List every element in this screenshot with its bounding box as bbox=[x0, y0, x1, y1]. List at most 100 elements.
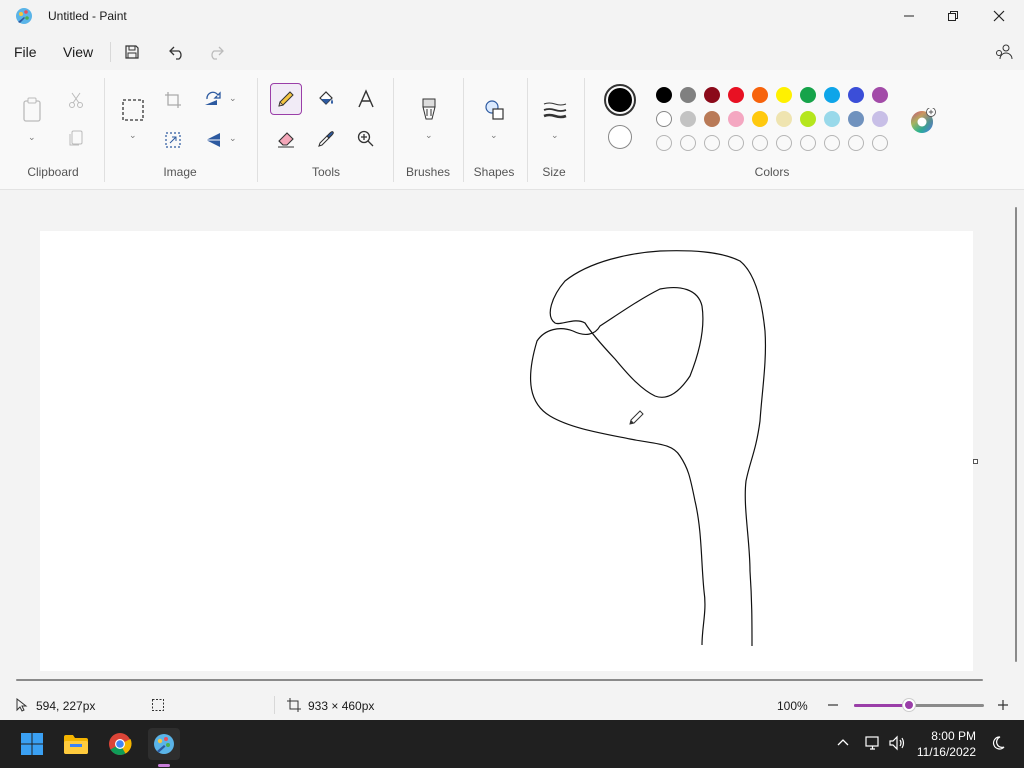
primary-color-button[interactable] bbox=[604, 84, 636, 116]
color-swatch[interactable] bbox=[776, 135, 792, 151]
zoom-level-text[interactable]: 100% bbox=[777, 699, 808, 713]
color-swatch[interactable] bbox=[872, 135, 888, 151]
color-picker-tool-button[interactable] bbox=[310, 123, 342, 155]
chrome-button[interactable] bbox=[104, 728, 136, 760]
rotate-chevron-icon[interactable]: ⌄ bbox=[229, 93, 237, 104]
save-button[interactable] bbox=[118, 40, 146, 64]
secondary-color-button[interactable] bbox=[608, 125, 632, 149]
size-chevron-icon[interactable]: ⌄ bbox=[551, 130, 559, 141]
zoom-in-button[interactable] bbox=[996, 698, 1010, 712]
taskbar: 8:00 PM 11/16/2022 bbox=[0, 720, 1024, 768]
brushes-chevron-icon[interactable]: ⌄ bbox=[425, 130, 433, 141]
group-label-size: Size bbox=[542, 165, 566, 179]
vertical-scrollbar[interactable] bbox=[1015, 207, 1017, 662]
cursor-position-icon bbox=[16, 698, 28, 712]
file-explorer-button[interactable] bbox=[60, 728, 92, 760]
pencil-icon bbox=[278, 91, 294, 107]
undo-button[interactable] bbox=[163, 40, 191, 64]
horizontal-scrollbar[interactable] bbox=[16, 679, 983, 681]
drawing-canvas[interactable] bbox=[40, 231, 973, 671]
show-hidden-icons-button[interactable] bbox=[836, 736, 850, 755]
color-swatch[interactable] bbox=[848, 87, 864, 103]
color-swatch[interactable] bbox=[800, 135, 816, 151]
magnifier-tool-button[interactable] bbox=[350, 123, 382, 155]
redo-icon bbox=[211, 46, 224, 60]
color-swatch[interactable] bbox=[728, 135, 744, 151]
color-swatch[interactable] bbox=[800, 111, 816, 127]
color-swatch[interactable] bbox=[680, 87, 696, 103]
color-swatch[interactable] bbox=[824, 135, 840, 151]
zoom-in-icon bbox=[357, 130, 374, 147]
select-chevron-icon[interactable]: ⌄ bbox=[129, 130, 137, 141]
minimize-button[interactable] bbox=[886, 0, 932, 32]
canvas-size-icon bbox=[287, 698, 301, 712]
pencil-drawing bbox=[530, 250, 767, 647]
pencil-tool-button[interactable] bbox=[270, 83, 302, 115]
color-swatch[interactable] bbox=[848, 135, 864, 151]
redo-button[interactable] bbox=[202, 40, 230, 64]
color-swatch[interactable] bbox=[824, 87, 840, 103]
menu-file[interactable]: File bbox=[10, 42, 41, 62]
color-swatch[interactable] bbox=[752, 111, 768, 127]
restore-button[interactable] bbox=[930, 0, 976, 32]
color-swatch[interactable] bbox=[872, 111, 888, 127]
color-swatch[interactable] bbox=[848, 111, 864, 127]
color-swatch[interactable] bbox=[704, 87, 720, 103]
zoom-out-button[interactable] bbox=[826, 698, 840, 712]
zoom-slider-fill bbox=[854, 704, 909, 707]
shapes-chevron-icon[interactable]: ⌄ bbox=[490, 130, 498, 141]
text-tool-button[interactable] bbox=[350, 83, 382, 115]
paste-button[interactable] bbox=[16, 94, 48, 126]
share-button[interactable] bbox=[990, 40, 1018, 64]
rotate-button[interactable] bbox=[197, 84, 229, 116]
cursor-position-text: 594, 227px bbox=[36, 699, 96, 713]
paint-taskbar-button[interactable] bbox=[148, 728, 180, 767]
notification-center-button[interactable] bbox=[990, 735, 1006, 756]
paste-chevron-icon[interactable]: ⌄ bbox=[28, 132, 36, 143]
color-swatch[interactable] bbox=[824, 111, 840, 127]
status-divider bbox=[274, 696, 275, 714]
menu-view[interactable]: View bbox=[59, 42, 97, 62]
color-swatch[interactable] bbox=[752, 135, 768, 151]
resize-button[interactable] bbox=[157, 124, 189, 156]
color-swatch[interactable] bbox=[800, 87, 816, 103]
color-swatch[interactable] bbox=[680, 111, 696, 127]
network-icon bbox=[865, 736, 879, 750]
cut-button[interactable] bbox=[60, 84, 92, 116]
color-swatch[interactable] bbox=[752, 87, 768, 103]
canvas-resize-handle[interactable] bbox=[973, 459, 978, 464]
color-swatch[interactable] bbox=[728, 111, 744, 127]
shapes-button[interactable] bbox=[478, 94, 510, 126]
color-swatch[interactable] bbox=[728, 87, 744, 103]
taskbar-clock[interactable]: 8:00 PM 11/16/2022 bbox=[917, 728, 976, 760]
zoom-slider-thumb[interactable] bbox=[903, 699, 915, 711]
color-swatch[interactable] bbox=[776, 111, 792, 127]
eraser-tool-button[interactable] bbox=[270, 123, 302, 155]
color-swatch[interactable] bbox=[704, 135, 720, 151]
close-button[interactable] bbox=[976, 0, 1022, 32]
resize-icon bbox=[165, 132, 181, 148]
color-swatch[interactable] bbox=[656, 111, 672, 127]
color-swatch[interactable] bbox=[776, 87, 792, 103]
color-swatch[interactable] bbox=[680, 135, 696, 151]
zoom-slider[interactable] bbox=[854, 699, 984, 711]
copy-button[interactable] bbox=[60, 122, 92, 154]
paint-app-icon bbox=[16, 8, 32, 24]
network-status[interactable] bbox=[864, 735, 882, 756]
edit-colors-button[interactable] bbox=[910, 107, 936, 133]
flip-button[interactable] bbox=[197, 124, 229, 156]
color-swatch[interactable] bbox=[872, 87, 888, 103]
color-swatch[interactable] bbox=[704, 111, 720, 127]
start-button[interactable] bbox=[16, 728, 48, 760]
moon-icon bbox=[992, 736, 1005, 750]
flip-chevron-icon[interactable]: ⌄ bbox=[229, 133, 237, 144]
select-button[interactable] bbox=[117, 94, 149, 126]
crop-button[interactable] bbox=[157, 84, 189, 116]
size-button[interactable] bbox=[539, 94, 571, 126]
fill-tool-button[interactable] bbox=[310, 83, 342, 115]
crop-icon bbox=[165, 92, 181, 108]
volume-control[interactable] bbox=[888, 735, 906, 756]
brushes-button[interactable] bbox=[413, 94, 445, 126]
color-swatch[interactable] bbox=[656, 87, 672, 103]
color-swatch[interactable] bbox=[656, 135, 672, 151]
